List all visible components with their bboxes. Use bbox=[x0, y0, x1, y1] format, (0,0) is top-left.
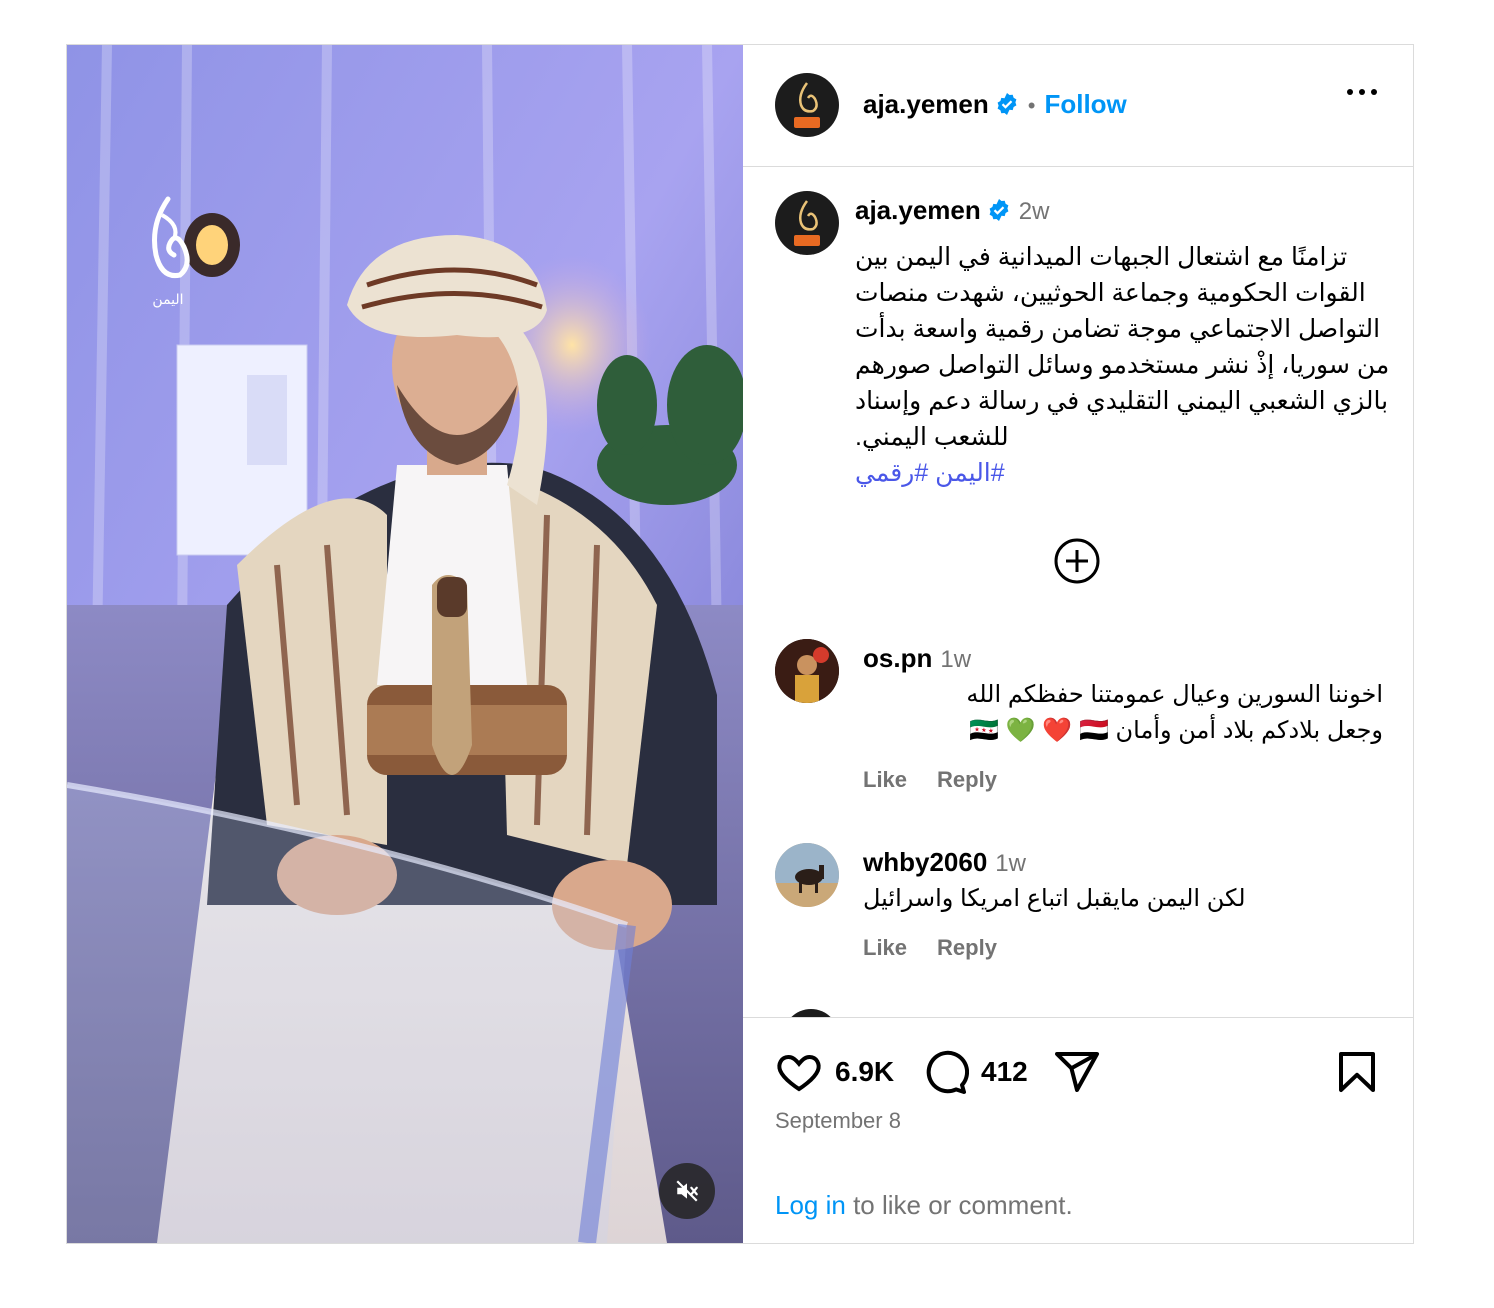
aljazeera-logo-icon bbox=[799, 82, 818, 113]
post-footer: 6.9K 412 September 8 Log in to like or c… bbox=[743, 1017, 1413, 1243]
comment-line: لكن اليمن مايقبل اتباع امريكا واسرائيل bbox=[863, 885, 1246, 912]
reply-button[interactable]: Reply bbox=[937, 767, 997, 792]
post-video[interactable]: اليمن bbox=[67, 45, 743, 1243]
post-details-panel: aja.yemen • Follow aja.yemen 2w تزامنًا مع … bbox=[743, 45, 1413, 1243]
post-card: اليمن aja.yemen • Follow aja.yemen 2w تز… bbox=[66, 44, 1414, 1244]
post-date[interactable]: September 8 bbox=[775, 1108, 901, 1134]
likes-count[interactable]: 6.9K bbox=[835, 1056, 894, 1088]
aljazeera-logo-icon bbox=[152, 196, 190, 279]
mute-button[interactable] bbox=[659, 1163, 715, 1219]
more-icon-dot bbox=[1347, 89, 1353, 95]
caption-text: تزامنًا مع اشتعال الجبهات الميدانية في ا… bbox=[855, 243, 1390, 451]
login-prompt: Log in to like or comment. bbox=[775, 1190, 1073, 1221]
post-header: aja.yemen • Follow bbox=[743, 45, 1413, 167]
comment-avatar[interactable] bbox=[775, 843, 839, 907]
comment-text: اخوننا السورين وعيال عمومتنا حفظكم الله … bbox=[863, 677, 1383, 749]
reply-button[interactable]: Reply bbox=[937, 935, 997, 960]
caption-meta: aja.yemen 2w bbox=[855, 195, 1049, 226]
avatar-badge bbox=[794, 235, 820, 246]
comment-line: وجعل بلادكم بلاد أمن وأمان 🇸🇾 💚 ❤️ 🇾🇪 bbox=[969, 717, 1383, 744]
comment-meta: os.pn 1w bbox=[863, 643, 971, 674]
comment-avatar[interactable] bbox=[775, 639, 839, 703]
login-prompt-text: to like or comment. bbox=[845, 1190, 1073, 1220]
comment-time[interactable]: 1w bbox=[940, 646, 971, 673]
caption-username[interactable]: aja.yemen bbox=[855, 195, 981, 225]
comment-username[interactable]: os.pn bbox=[863, 643, 932, 673]
comments-count[interactable]: 412 bbox=[981, 1056, 1028, 1088]
comment-username[interactable]: whby2060 bbox=[863, 847, 987, 877]
header-account-row: aja.yemen • Follow bbox=[863, 89, 1127, 120]
comment-time[interactable]: 1w bbox=[995, 850, 1026, 877]
watermark-text: اليمن bbox=[152, 292, 184, 308]
comment-actions: Like Reply bbox=[863, 935, 1027, 961]
bookmark-icon[interactable] bbox=[1333, 1048, 1381, 1096]
share-icon[interactable] bbox=[1053, 1048, 1101, 1096]
comment-line: اخوننا السورين وعيال عمومتنا حفظكم الله bbox=[966, 681, 1383, 708]
caption-text-block: تزامنًا مع اشتعال الجبهات الميدانية في ا… bbox=[855, 239, 1391, 491]
header-username[interactable]: aja.yemen bbox=[863, 89, 989, 119]
account-avatar[interactable] bbox=[775, 73, 839, 137]
heart-icon[interactable] bbox=[775, 1048, 823, 1096]
avatar-image bbox=[775, 639, 839, 703]
comment-icon[interactable] bbox=[921, 1048, 969, 1096]
caption-avatar[interactable] bbox=[775, 191, 839, 255]
avatar-badge bbox=[794, 117, 820, 128]
avatar-image bbox=[775, 843, 839, 907]
header-separator: • bbox=[1027, 93, 1036, 118]
login-link[interactable]: Log in bbox=[775, 1190, 846, 1220]
more-icon-dot bbox=[1371, 89, 1377, 95]
like-comment-button[interactable]: Like bbox=[863, 767, 907, 792]
comment-actions: Like Reply bbox=[863, 767, 1027, 793]
comment-avatar[interactable] bbox=[783, 1009, 839, 1017]
verified-badge-icon bbox=[997, 93, 1017, 115]
watermark-logo: اليمن bbox=[137, 195, 199, 308]
more-options-button[interactable] bbox=[1347, 89, 1377, 95]
comment-text: لكن اليمن مايقبل اتباع امريكا واسرائيل bbox=[863, 881, 1383, 917]
comment-meta: whby2060 1w bbox=[863, 847, 1026, 878]
plus-circle-icon[interactable] bbox=[1053, 537, 1101, 585]
like-comment-button[interactable]: Like bbox=[863, 935, 907, 960]
speaker-muted-icon bbox=[676, 1180, 698, 1202]
more-icon-dot bbox=[1359, 89, 1365, 95]
verified-badge-icon bbox=[989, 199, 1009, 221]
comments-section[interactable]: aja.yemen 2w تزامنًا مع اشتعال الجبهات ال… bbox=[743, 167, 1413, 1017]
caption-hashtags[interactable]: #اليمن #رقمي bbox=[855, 455, 1391, 491]
caption-time[interactable]: 2w bbox=[1019, 198, 1050, 225]
follow-button[interactable]: Follow bbox=[1044, 89, 1126, 119]
aljazeera-logo-icon bbox=[799, 200, 818, 231]
